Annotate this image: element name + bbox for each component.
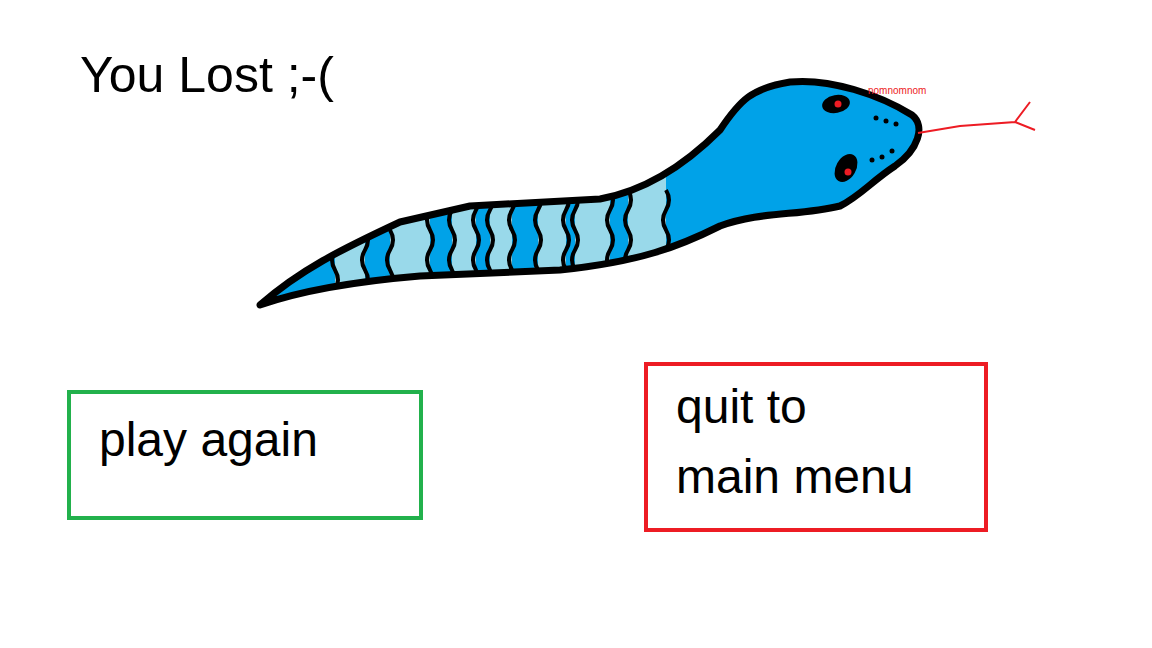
snake-caption: nomnomnom (868, 85, 926, 96)
game-over-screen: You Lost ;-( nomnomnom play again quit to m… (0, 0, 1152, 648)
menu-button[interactable]: quit to main menu (644, 362, 988, 532)
menu-button[interactable]: play again (67, 390, 423, 520)
hero: You Lost ;-( nomnomnom (0, 0, 1152, 362)
button-row: play again quit to main menu (0, 362, 1152, 532)
title: You Lost ;-( (0, 0, 334, 104)
